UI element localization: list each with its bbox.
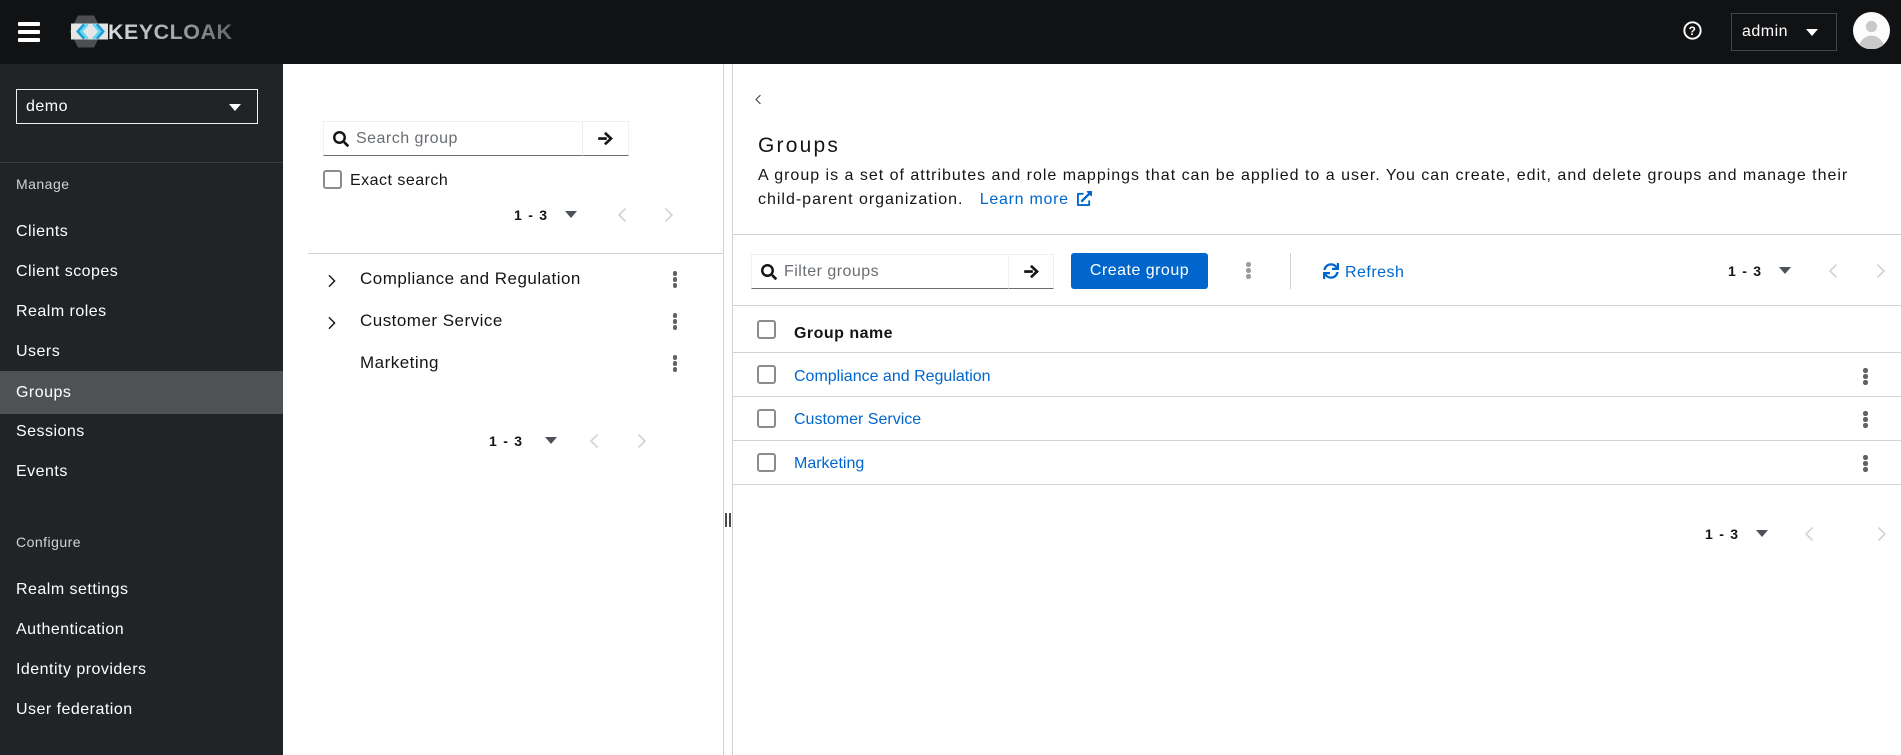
svg-text:KEYCLOAK: KEYCLOAK [108,20,232,44]
svg-text:?: ? [1689,24,1697,38]
